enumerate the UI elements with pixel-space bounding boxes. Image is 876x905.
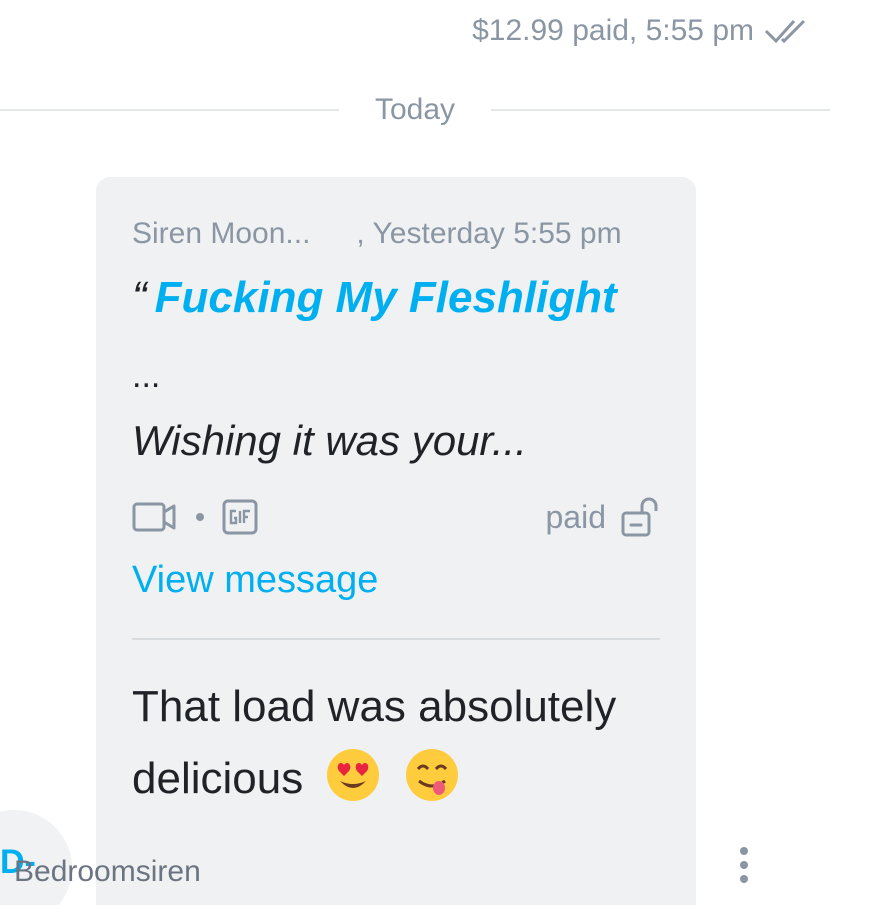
reply-meta: Siren Moon... , Yesterday 5:55 pm (132, 217, 622, 251)
date-divider: Today (0, 88, 830, 132)
message-bubble[interactable]: Siren Moon... , Yesterday 5:55 pm “Fuckin… (96, 177, 696, 905)
divider-line-left (0, 109, 339, 111)
status-time: , 5:55 pm (628, 14, 754, 47)
separator-dot (196, 513, 204, 521)
paid-price-text: $12.99 paid (472, 14, 629, 47)
bubble-separator (132, 638, 660, 640)
message-body: That load was absolutely delicious (132, 671, 660, 815)
previous-message-status: $12.99 paid , 5:55 pm (472, 14, 820, 48)
gif-icon (222, 499, 258, 535)
video-icon (132, 502, 176, 532)
date-divider-label: Today (374, 93, 456, 126)
reply-excerpt: Wishing it was your... (132, 417, 527, 464)
view-message-link[interactable]: View message (132, 559, 378, 602)
reply-ellipsis: ... (132, 357, 161, 395)
double-check-icon (764, 19, 806, 44)
reply-sender: Siren Moon... (132, 217, 311, 250)
paid-label: paid (545, 498, 607, 535)
quote-mark: “ (132, 273, 147, 322)
divider-line-right (491, 109, 830, 111)
chat-page: $12.99 paid , 5:55 pm Today Siren Moon..… (0, 0, 876, 905)
username-label[interactable]: Bedroomsiren (14, 855, 201, 889)
more-vertical-icon[interactable] (734, 846, 754, 886)
yum-emoji (405, 749, 458, 801)
reply-post-title[interactable]: “Fucking My Fleshlight (132, 273, 617, 323)
reply-time: , Yesterday 5:55 pm (356, 217, 622, 250)
reply-title-text: Fucking My Fleshlight (154, 273, 617, 322)
unlock-icon (621, 497, 658, 537)
media-info-row: paid (132, 495, 660, 539)
heart-eyes-emoji (327, 749, 380, 801)
